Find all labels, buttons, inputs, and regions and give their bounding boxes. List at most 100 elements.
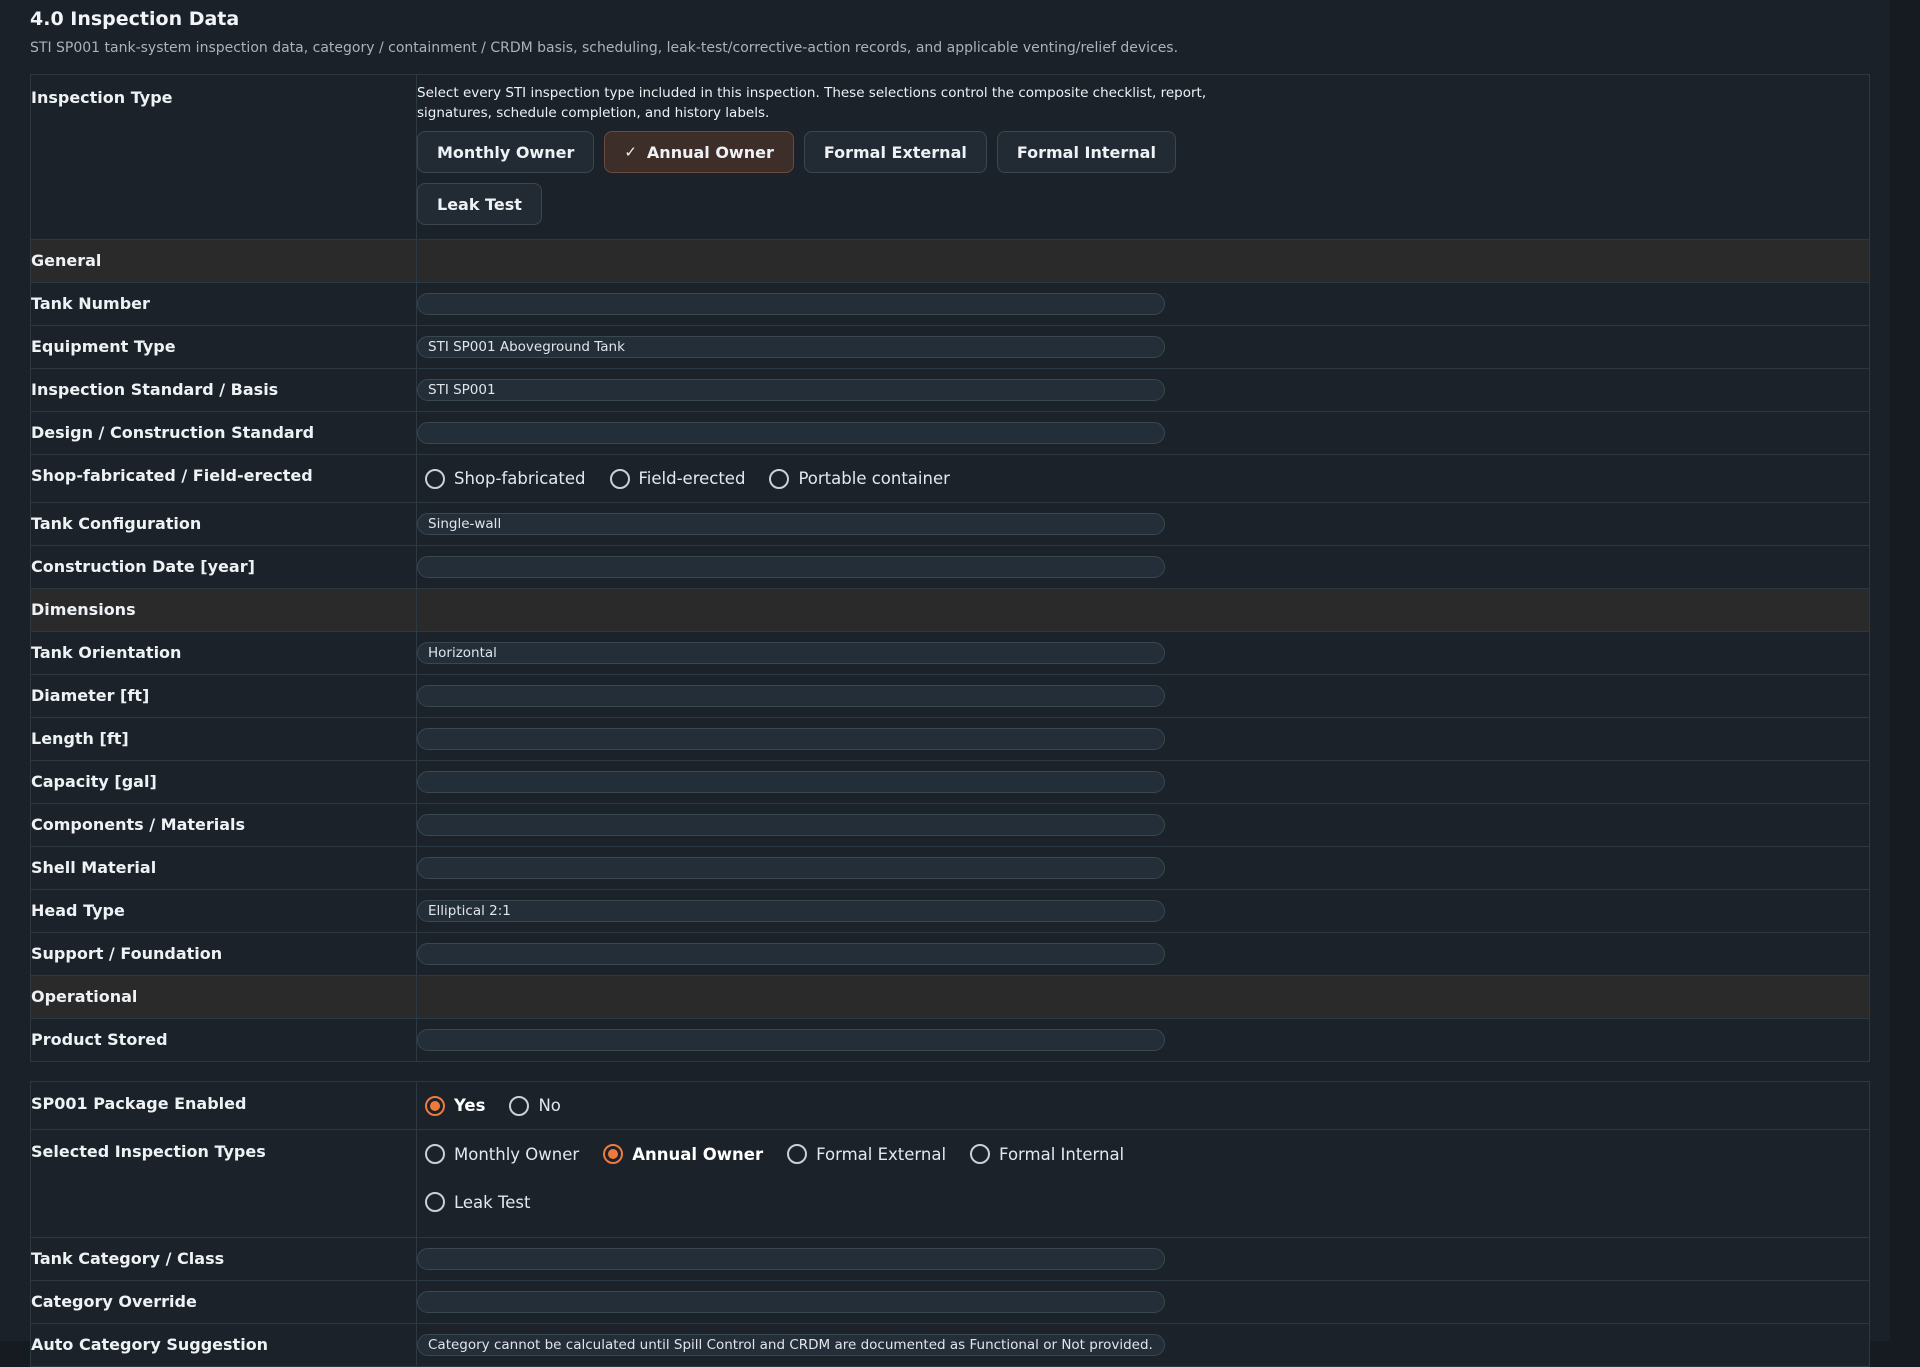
group-header-fill (416, 588, 1870, 632)
field-label: Tank Configuration (30, 502, 417, 546)
chip-formal-internal[interactable]: Formal Internal (996, 131, 1176, 173)
field-label: Tank Number (30, 282, 417, 326)
construction-date-input[interactable] (417, 556, 1165, 578)
group-header-label: General (30, 239, 417, 283)
radio-formal-internal[interactable]: Formal Internal (970, 1130, 1124, 1178)
field-cell (416, 282, 1870, 326)
inspection-type-help: Select every STI inspection type include… (417, 85, 1207, 121)
radio-formal-external[interactable]: Formal External (787, 1130, 946, 1178)
scrollbar-track[interactable] (1890, 0, 1920, 1341)
category-override-input[interactable] (417, 1291, 1165, 1313)
field-cell (416, 760, 1870, 804)
chip-formal-external[interactable]: Formal External (803, 131, 987, 173)
radio-label: Shop-fabricated (454, 469, 586, 488)
radio-field-erected[interactable]: Field-erected (609, 468, 746, 489)
design-standard-input[interactable] (417, 422, 1165, 444)
diameter-input[interactable] (417, 685, 1165, 707)
field-cell: Shop-fabricated Field-erected Portable c… (416, 454, 1870, 503)
radio-label: Leak Test (454, 1192, 531, 1212)
chip-label: Leak Test (437, 194, 522, 214)
field-label: Selected Inspection Types (30, 1129, 417, 1238)
radio-label: Field-erected (638, 469, 746, 488)
radio-portable-container[interactable]: Portable container (769, 468, 950, 489)
field-cell (416, 1237, 1870, 1281)
group-header-general: General (30, 239, 1870, 283)
field-row-components: Components / Materials (30, 803, 1870, 847)
field-row-tank-configuration: Tank Configuration (30, 502, 1870, 546)
group-header-fill (416, 239, 1870, 283)
capacity-input[interactable] (417, 771, 1165, 793)
radio-leak-test[interactable]: Leak Test (425, 1178, 530, 1226)
field-label: Capacity [gal] (30, 760, 417, 804)
field-cell (416, 411, 1870, 455)
inspection-standard-input[interactable] (417, 379, 1165, 401)
section-description: STI SP001 tank-system inspection data, c… (30, 40, 1179, 56)
check-icon: ✓ (624, 143, 637, 161)
group-header-operational: Operational (30, 975, 1870, 1019)
radio-shop-fabricated[interactable]: Shop-fabricated (425, 468, 586, 489)
tank-orientation-input[interactable] (417, 642, 1165, 664)
chip-monthly-owner[interactable]: Monthly Owner (417, 131, 595, 173)
field-row-fabrication: Shop-fabricated / Field-erected Shop-fab… (30, 454, 1870, 503)
field-cell (416, 932, 1870, 976)
field-label: Shell Material (30, 846, 417, 890)
field-row-equipment-type: Equipment Type (30, 325, 1870, 369)
field-label: Equipment Type (30, 325, 417, 369)
radio-label: Yes (454, 1096, 486, 1115)
field-label: Construction Date [year] (30, 545, 417, 589)
inspection-type-chips: Monthly Owner ✓ Annual Owner Formal Exter… (417, 131, 1177, 225)
inspection-type-label: Inspection Type (30, 74, 417, 240)
field-row-construction-date: Construction Date [year] (30, 545, 1870, 589)
field-row-tank-category: Tank Category / Class (30, 1237, 1870, 1281)
radio-no[interactable]: No (509, 1095, 561, 1116)
chip-leak-test[interactable]: Leak Test (417, 183, 542, 225)
inspection-type-row: Inspection Type Select every STI inspect… (30, 74, 1870, 240)
tank-number-input[interactable] (417, 293, 1165, 315)
field-row-selected-inspection-types: Selected Inspection Types Monthly Owner … (30, 1129, 1870, 1238)
components-input[interactable] (417, 814, 1165, 836)
field-cell (416, 631, 1870, 675)
group-header-dimensions: Dimensions (30, 588, 1870, 632)
radio-yes[interactable]: Yes (425, 1095, 486, 1116)
field-row-shell-material: Shell Material (30, 846, 1870, 890)
field-label: Product Stored (30, 1018, 417, 1062)
head-type-input[interactable] (417, 900, 1165, 922)
field-cell (416, 717, 1870, 761)
radio-label: Portable container (798, 469, 950, 488)
field-label: Tank Category / Class (30, 1237, 417, 1281)
radio-annual-owner[interactable]: Annual Owner (603, 1130, 763, 1178)
chip-annual-owner[interactable]: ✓ Annual Owner (604, 131, 794, 173)
field-row-auto-category: Auto Category Suggestion (30, 1323, 1870, 1367)
group-header-fill (416, 975, 1870, 1019)
tank-configuration-input[interactable] (417, 513, 1165, 535)
auto-category-input[interactable] (417, 1334, 1165, 1356)
section-title: 4.0 Inspection Data (30, 8, 240, 30)
group-header-label: Dimensions (30, 588, 417, 632)
field-label: Auto Category Suggestion (30, 1323, 417, 1367)
field-row-head-type: Head Type (30, 889, 1870, 933)
shell-material-input[interactable] (417, 857, 1165, 879)
sp001-package-radio-group: Yes No (417, 1082, 1869, 1129)
field-cell (416, 803, 1870, 847)
field-cell (416, 846, 1870, 890)
inspection-type-cell: Select every STI inspection type include… (416, 74, 1870, 240)
chip-label: Monthly Owner (437, 142, 575, 162)
support-input[interactable] (417, 943, 1165, 965)
tank-category-input[interactable] (417, 1248, 1165, 1270)
field-row-length: Length [ft] (30, 717, 1870, 761)
radio-circle-icon (509, 1095, 530, 1116)
inspection-data-panel: 4.0 Inspection Data STI SP001 tank-syste… (0, 0, 1890, 1367)
field-row-diameter: Diameter [ft] (30, 674, 1870, 718)
product-stored-input[interactable] (417, 1029, 1165, 1051)
length-input[interactable] (417, 728, 1165, 750)
radio-label: Annual Owner (632, 1144, 764, 1164)
field-cell (416, 1323, 1870, 1367)
field-row-tank-number: Tank Number (30, 282, 1870, 326)
field-row-sp001-package: SP001 Package Enabled Yes No (30, 1081, 1870, 1130)
field-row-product-stored: Product Stored (30, 1018, 1870, 1062)
chip-label: Formal External (823, 142, 967, 162)
field-label: SP001 Package Enabled (30, 1081, 417, 1130)
radio-monthly-owner[interactable]: Monthly Owner (425, 1130, 579, 1178)
equipment-type-input[interactable] (417, 336, 1165, 358)
radio-circle-icon (425, 1144, 445, 1164)
